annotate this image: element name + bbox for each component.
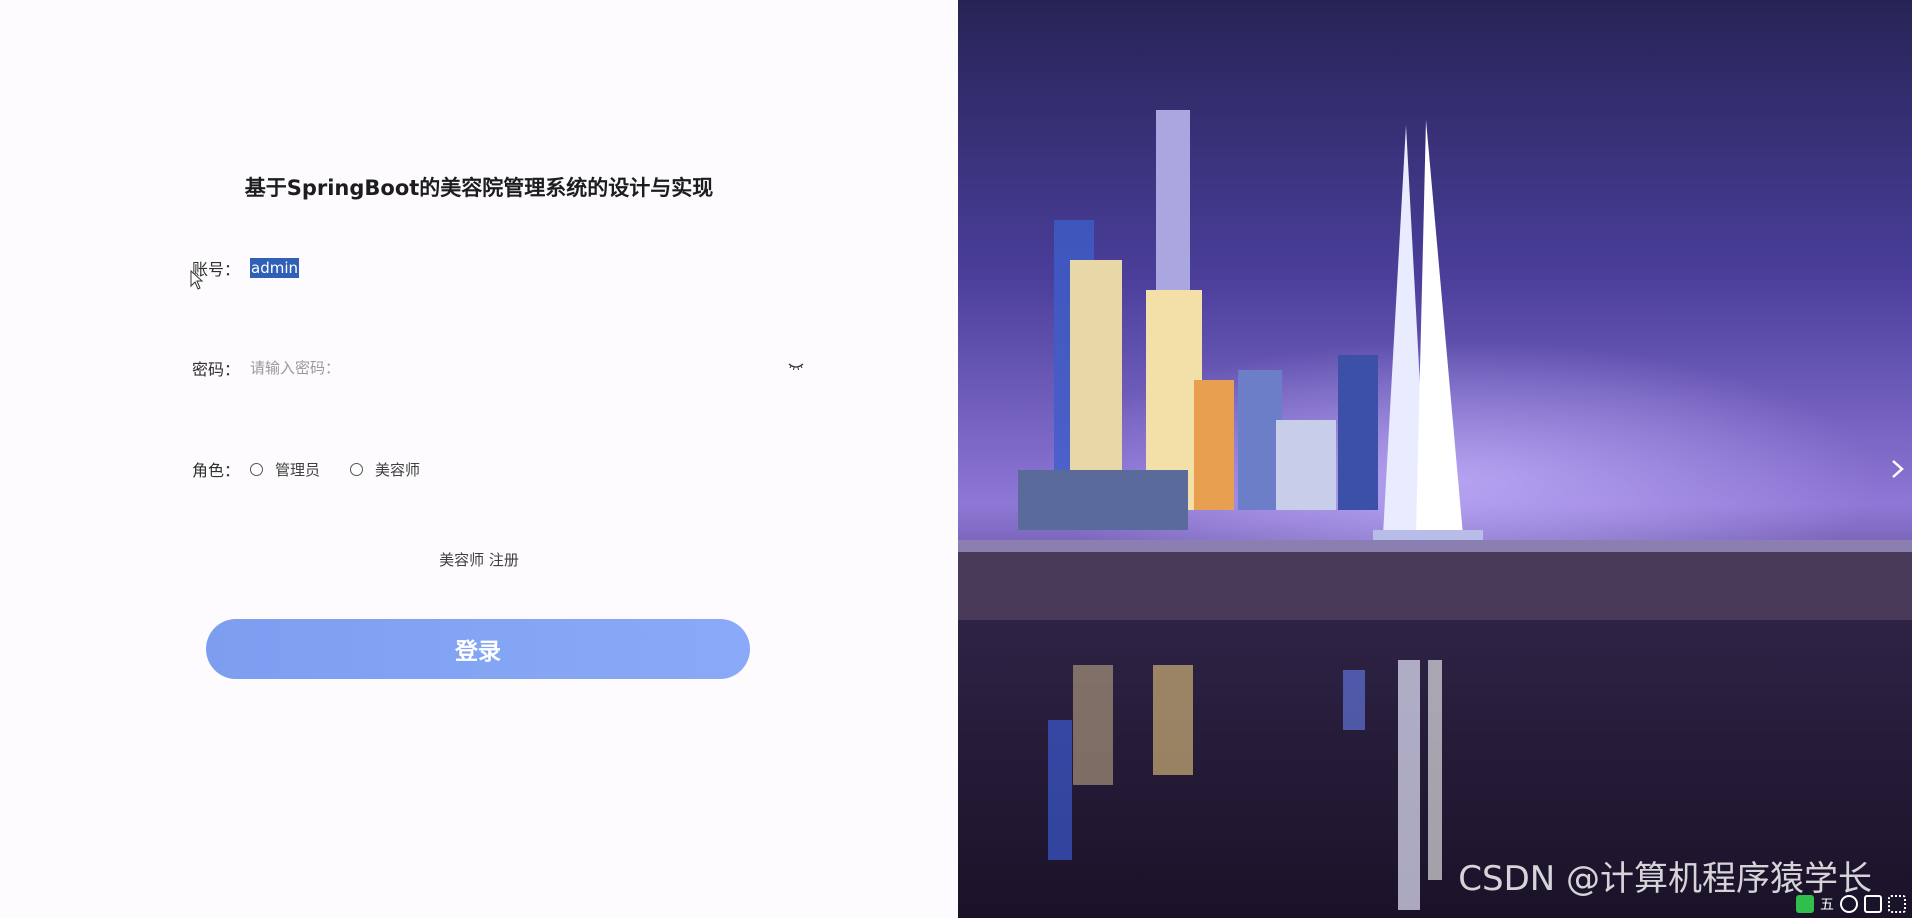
register-link[interactable]: 美容师 注册 <box>0 549 958 570</box>
password-input[interactable] <box>250 352 822 384</box>
mouse-cursor-icon <box>190 270 204 290</box>
password-label: 密码： <box>192 360 241 379</box>
login-button[interactable]: 登录 <box>206 619 750 679</box>
page-title: 基于SpringBoot的美容院管理系统的设计与实现 <box>244 176 714 200</box>
eye-closed-icon[interactable] <box>788 360 804 372</box>
role-option-label: 管理员 <box>275 460 321 479</box>
role-row: 角色： 管理员 美容师 <box>192 451 822 487</box>
chevron-right-icon[interactable] <box>1886 458 1908 480</box>
role-radio-group: 管理员 美容师 <box>250 459 450 480</box>
account-value: admin <box>250 258 299 278</box>
ime-logo-icon[interactable] <box>1796 895 1814 913</box>
radio-circle-icon[interactable] <box>350 462 364 476</box>
moon-icon[interactable] <box>1840 895 1858 913</box>
account-row: 账号： admin <box>192 250 822 286</box>
background-image: CSDN @计算机程序猿学长 五 <box>958 0 1912 918</box>
city-skyline-image <box>958 0 1912 918</box>
account-input[interactable]: admin <box>250 252 822 284</box>
role-option-beautician[interactable]: 美容师 <box>350 459 420 480</box>
password-row: 密码： <box>192 350 822 386</box>
ime-mode-label[interactable]: 五 <box>1820 894 1834 914</box>
keyboard-icon[interactable] <box>1864 895 1882 913</box>
radio-circle-icon[interactable] <box>250 462 263 476</box>
login-panel: 基于SpringBoot的美容院管理系统的设计与实现 账号： admin 密码：… <box>0 0 958 918</box>
settings-icon[interactable] <box>1888 895 1906 913</box>
role-option-label: 美容师 <box>375 460 421 479</box>
role-label: 角色： <box>192 461 241 480</box>
role-option-admin[interactable]: 管理员 <box>250 459 320 480</box>
system-tray: 五 <box>1752 890 1912 918</box>
